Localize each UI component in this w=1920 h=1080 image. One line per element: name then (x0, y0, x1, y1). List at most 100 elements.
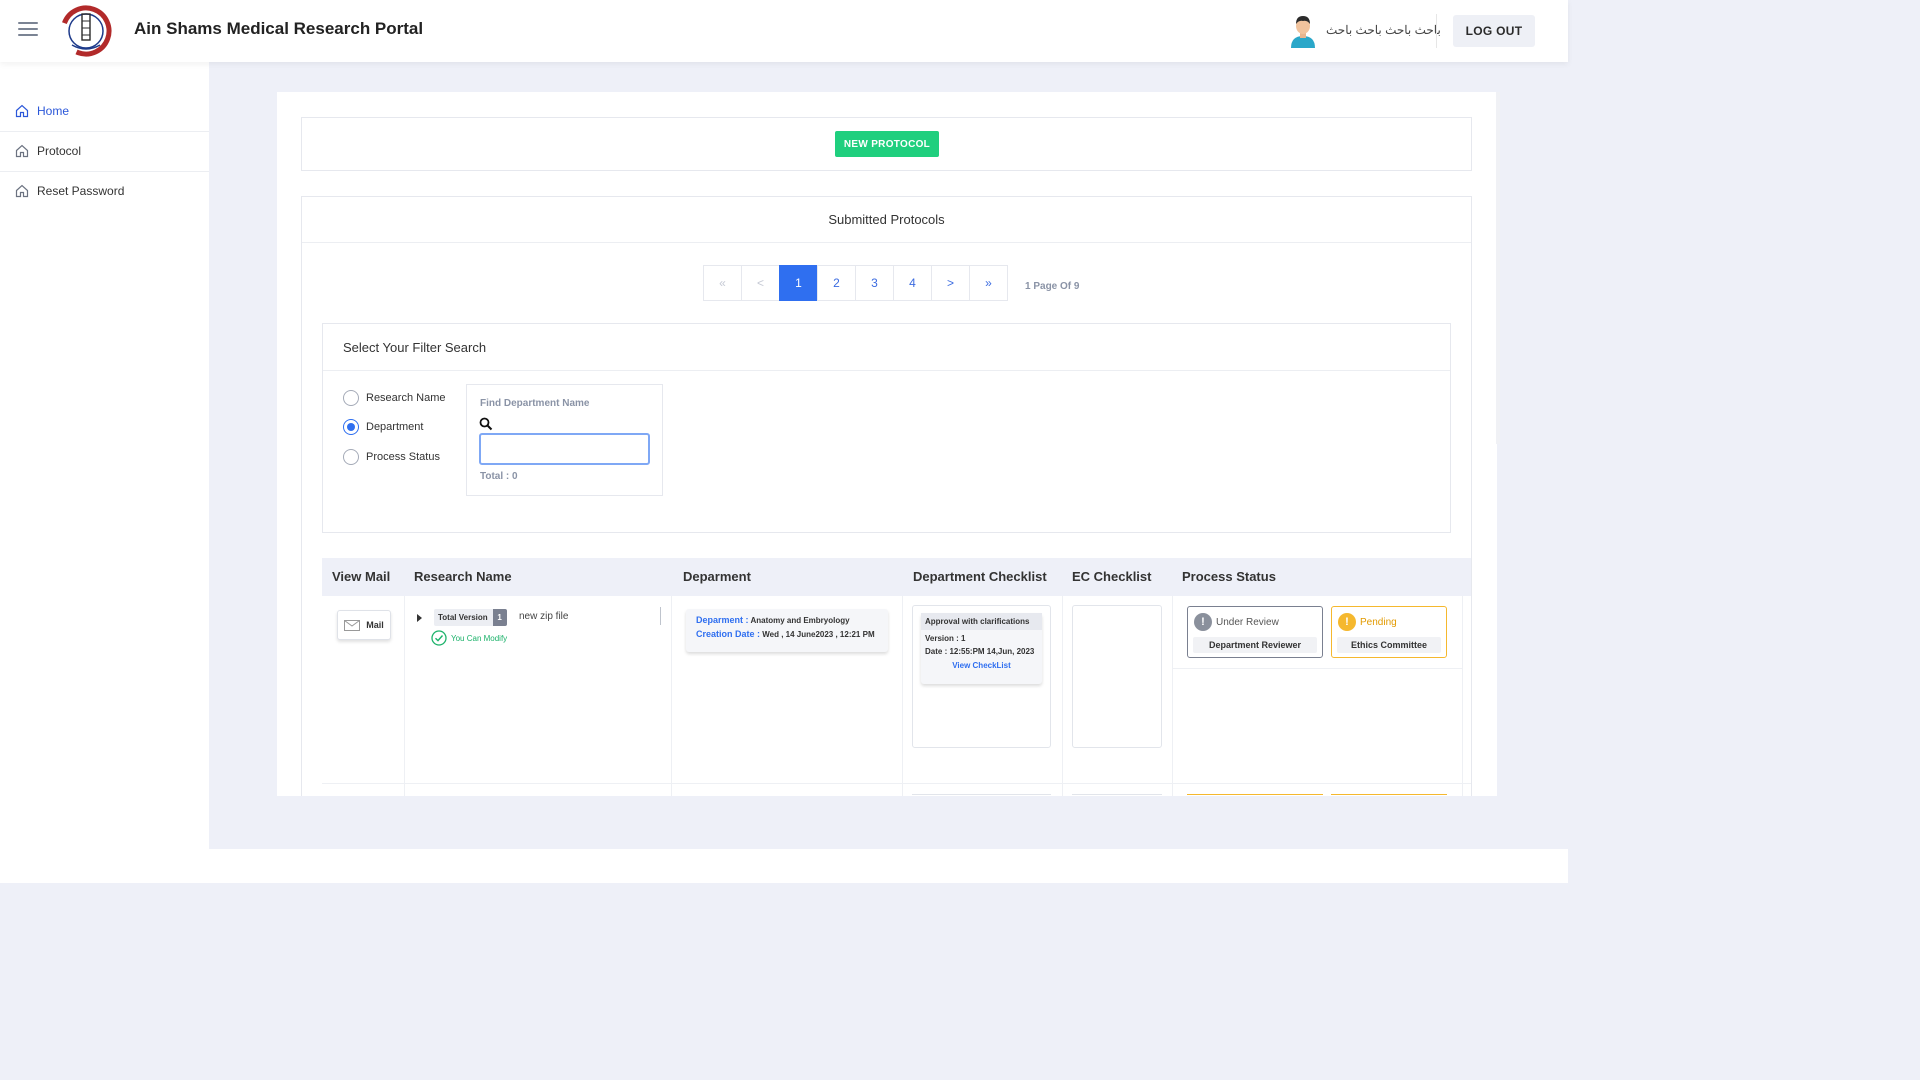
sidebar-item-protocol[interactable]: Protocol (0, 131, 209, 171)
sidebar-item-home[interactable]: Home (0, 91, 209, 131)
radio-button[interactable] (343, 449, 359, 465)
column-header-department: Deparment (683, 569, 751, 584)
ec-checklist-cell (1072, 605, 1162, 748)
checklist-card: Approval with clarifications Version : 1… (921, 613, 1042, 684)
checklist-date: Date : 12:55:PM 14,Jun, 2023 (925, 647, 1035, 656)
department-value: Anatomy and Embryology (750, 616, 850, 625)
creation-date-value: Wed , 14 June2023 , 12:21 PM (762, 630, 875, 639)
home-icon (15, 104, 29, 118)
expand-caret-icon[interactable] (417, 614, 422, 622)
table-header: View Mail Research Name Deparment Depart… (322, 558, 1471, 596)
page-button-1[interactable]: 1 (779, 265, 818, 301)
column-divider (902, 596, 903, 796)
column-divider (1462, 596, 1463, 796)
sidebar-item-label: Home (37, 104, 70, 118)
research-name: new zip file (519, 611, 569, 622)
total-count: Total : 0 (480, 471, 518, 482)
radio-button-selected[interactable] (343, 419, 359, 435)
submitted-protocols-panel: Submitted Protocols « < 1 2 3 4 > » 1 Pa… (301, 196, 1472, 796)
cell-divider (660, 607, 661, 625)
column-divider (671, 596, 672, 796)
logout-button[interactable]: LOG OUT (1453, 15, 1535, 47)
department-search-input[interactable] (479, 433, 650, 465)
top-header: Ain Shams Medical Research Portal باحث ب… (0, 0, 1568, 62)
modify-status: You Can Modify (431, 630, 507, 646)
process-status-reviewer: Department Reviewer (1193, 637, 1317, 653)
header-divider (1436, 14, 1437, 48)
radio-label: Research Name (366, 392, 446, 404)
process-status-label: Under Review (1216, 616, 1279, 628)
column-header-research-name: Research Name (414, 569, 512, 584)
prev-page-button[interactable]: < (741, 265, 780, 301)
total-version-badge: Total Version 1 (434, 609, 507, 626)
column-header-view-mail: View Mail (332, 569, 391, 584)
process-status-pending: ! Pending Ethics Committee (1331, 606, 1447, 658)
footer (209, 849, 1568, 883)
page-button-3[interactable]: 3 (855, 265, 894, 301)
new-protocol-panel: NEW PROTOCOL (301, 117, 1472, 171)
view-mail-button[interactable]: Mail (337, 610, 391, 640)
radio-label: Process Status (366, 451, 440, 463)
search-icon (479, 417, 493, 431)
section-title: Submitted Protocols (302, 197, 1471, 243)
exclamation-icon: ! (1194, 613, 1212, 631)
main-content: NEW PROTOCOL Submitted Protocols « < 1 2… (277, 92, 1497, 796)
total-version-label: Total Version (438, 613, 488, 622)
university-logo (60, 5, 112, 57)
next-row-cell (912, 794, 1051, 796)
sidebar: Home Protocol Reset Password (0, 62, 209, 883)
new-protocol-button[interactable]: NEW PROTOCOL (835, 131, 939, 157)
user-avatar[interactable] (1288, 14, 1318, 48)
process-status-under-review: ! Under Review Department Reviewer (1187, 606, 1323, 658)
creation-date-key: Creation Date : (696, 629, 761, 639)
column-header-ec-checklist: EC Checklist (1072, 569, 1152, 584)
page-button-4[interactable]: 4 (893, 265, 932, 301)
department-card: Deparment : Anatomy and Embryology Creat… (686, 609, 888, 652)
filter-title: Select Your Filter Search (323, 324, 1450, 371)
process-status-reviewer: Ethics Committee (1337, 637, 1441, 653)
checklist-status: Approval with clarifications (921, 613, 1042, 630)
modify-text: You Can Modify (451, 633, 508, 643)
row-divider (322, 783, 1471, 784)
radio-label: Department (366, 421, 424, 433)
radio-button[interactable] (343, 390, 359, 406)
column-divider (1062, 596, 1063, 796)
filter-option-process-status[interactable]: Process Status (343, 449, 440, 465)
next-page-button[interactable]: > (931, 265, 970, 301)
scrollbar[interactable] (1496, 92, 1500, 444)
sidebar-item-label: Reset Password (37, 184, 125, 198)
user-name: باحث باحث باحث باحث (1326, 23, 1441, 37)
department-search-box: Find Department Name Total : 0 (466, 384, 663, 496)
last-page-button[interactable]: » (969, 265, 1008, 301)
column-divider (404, 596, 405, 796)
column-divider (1172, 596, 1173, 796)
process-status-label: Pending (1360, 616, 1397, 628)
department-checklist-cell: Approval with clarifications Version : 1… (912, 605, 1051, 748)
total-version-count: 1 (492, 609, 507, 626)
home-icon (15, 144, 29, 158)
page-info: 1 Page Of 9 (1025, 281, 1080, 292)
next-row-cell (1072, 794, 1162, 796)
first-page-button[interactable]: « (703, 265, 742, 301)
menu-icon[interactable] (18, 22, 38, 38)
next-row-cell (1331, 794, 1447, 796)
filter-option-research-name[interactable]: Research Name (343, 390, 445, 406)
check-circle-icon (431, 630, 447, 646)
next-row-cell (1187, 794, 1323, 796)
protocols-table: View Mail Research Name Deparment Depart… (322, 558, 1471, 796)
app-title: Ain Shams Medical Research Portal (134, 19, 424, 38)
column-header-department-checklist: Department Checklist (913, 569, 1047, 584)
filter-option-department[interactable]: Department (343, 419, 423, 435)
sidebar-item-reset-password[interactable]: Reset Password (0, 171, 209, 211)
exclamation-icon: ! (1338, 613, 1356, 631)
column-header-process-status: Process Status (1182, 569, 1276, 584)
home-icon (15, 184, 29, 198)
find-label: Find Department Name (480, 398, 590, 409)
page-button-2[interactable]: 2 (817, 265, 856, 301)
cell-divider (1172, 668, 1462, 669)
checklist-version: Version : 1 (925, 634, 966, 643)
sidebar-item-label: Protocol (37, 144, 82, 158)
pagination: « < 1 2 3 4 > » (703, 265, 1008, 301)
filter-panel: Select Your Filter Search Research Name … (322, 323, 1451, 533)
view-checklist-link[interactable]: View CheckList (921, 661, 1042, 670)
